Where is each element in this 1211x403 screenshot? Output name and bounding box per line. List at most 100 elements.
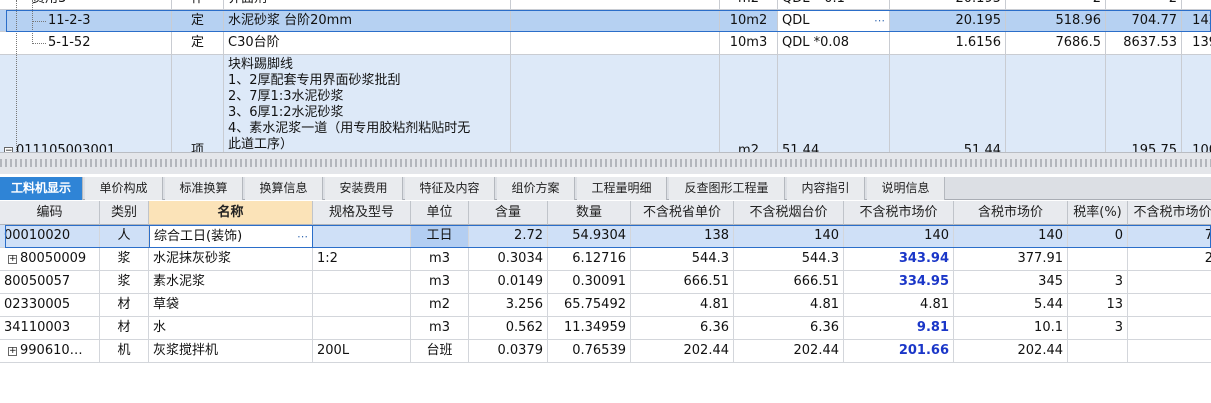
cell-tax-rate-text: 0	[1114, 228, 1123, 243]
top-row-qty: 20.195	[890, 0, 1006, 10]
cell-provincial-price-text: 6.36	[700, 320, 729, 335]
cell-tax-rate-text: 3	[1114, 320, 1123, 335]
expand-toggle-icon[interactable]: +	[8, 347, 17, 356]
cell-market-price[interactable]: 4.81	[844, 294, 954, 317]
top-row-formula: QDL *0.08	[778, 32, 890, 55]
top-row-price: 2	[1006, 0, 1106, 10]
cell-name[interactable]: 综合工日(装饰) ⋯	[149, 225, 313, 248]
top-row-spacer	[511, 55, 720, 152]
tab-conversion-info[interactable]: 换算信息	[245, 177, 323, 200]
cell-market-price[interactable]: 343.94	[844, 248, 954, 271]
cell-tax-market-price: 10.1	[954, 317, 1068, 340]
tab-description-info[interactable]: 说明信息	[867, 177, 945, 200]
more-options-icon[interactable]: ⋯	[297, 226, 308, 247]
col-header-code[interactable]: 编码	[0, 201, 100, 225]
cell-code-text: 990610…	[20, 343, 83, 358]
tab-labor-material-machine[interactable]: 工料机显示	[0, 177, 83, 200]
cell-tax-market-price-text: 345	[1038, 274, 1063, 289]
cell-content[interactable]: 0.3034	[469, 248, 548, 271]
cell-yantai-price-text: 6.36	[810, 320, 839, 335]
cell-name[interactable]: 灰浆搅拌机	[149, 340, 313, 363]
tab-installation-cost[interactable]: 安装费用	[325, 177, 403, 200]
cell-market-price[interactable]: 334.95	[844, 271, 954, 294]
tab-content-guide[interactable]: 内容指引	[787, 177, 865, 200]
top-row-extra: 142	[1182, 10, 1211, 32]
cell-code: +990610…	[0, 340, 100, 363]
cell-tax-market-price: 202.44	[954, 340, 1068, 363]
cell-unit-text: m3	[429, 320, 450, 335]
col-header-quantity[interactable]: 数量	[548, 201, 631, 225]
cell-unit-text: 台班	[426, 343, 453, 358]
cell-name[interactable]: 素水泥浆	[149, 271, 313, 294]
cell-content[interactable]: 0.0149	[469, 271, 548, 294]
cell-content[interactable]: 0.562	[469, 317, 548, 340]
cell-market-price[interactable]: 140	[844, 225, 954, 248]
cell-category-text: 材	[117, 320, 131, 335]
table-row[interactable]: 00010020 人 综合工日(装饰) ⋯ 工日 2.72 54.9304 138 140 140…	[0, 225, 1211, 248]
top-row[interactable]: 费用3 作 界面剂 m2 QDL * 0.1 20.195 2 2	[0, 0, 1211, 10]
cell-category: 浆	[100, 248, 149, 271]
tab-features-content[interactable]: 特征及内容	[405, 177, 495, 200]
more-options-icon[interactable]: ⋯	[874, 10, 885, 31]
col-header-provincial-price[interactable]: 不含税省单价	[631, 201, 734, 225]
formula-edit-field[interactable]: QDL ⋯	[778, 10, 890, 32]
col-header-content[interactable]: 含量	[469, 201, 548, 225]
col-header-tax-market-price[interactable]: 含税市场价	[954, 201, 1068, 225]
cell-content[interactable]: 3.256	[469, 294, 548, 317]
cell-content[interactable]: 2.72	[469, 225, 548, 248]
tab-graphic-quantity-lookup[interactable]: 反查图形工程量	[669, 177, 785, 200]
col-header-tax-rate[interactable]: 税率(%)	[1068, 201, 1128, 225]
col-header-name[interactable]: 名称	[149, 201, 313, 225]
cell-content[interactable]: 0.0379	[469, 340, 548, 363]
cell-market-price-2-text: 2	[1205, 251, 1211, 266]
col-header-category[interactable]: 类别	[100, 201, 149, 225]
tab-pricing-scheme[interactable]: 组价方案	[497, 177, 575, 200]
cell-quantity: 6.12716	[548, 248, 631, 271]
cell-yantai-price: 544.3	[734, 248, 844, 271]
cell-unit-text: m3	[429, 274, 450, 289]
top-row-item[interactable]: −011105003001 项 块料踢脚线 1、2厚配套专用界面砂浆批刮 2、7…	[0, 55, 1211, 152]
cell-tax-market-price: 345	[954, 271, 1068, 294]
table-row[interactable]: 34110003 材 水 m3 0.562 11.34959 6.36 6.36 9.81 10.…	[0, 317, 1211, 340]
cell-provincial-price: 4.81	[631, 294, 734, 317]
tab-unit-price-composition[interactable]: 单价构成	[85, 177, 163, 200]
table-row[interactable]: 80050057 浆 素水泥浆 m3 0.0149 0.30091 666.51 666.51…	[0, 271, 1211, 294]
table-row[interactable]: 02330005 材 草袋 m2 3.256 65.75492 4.81 4.81 4.81 5.…	[0, 294, 1211, 317]
cell-tax-rate	[1068, 248, 1128, 271]
tab-standard-conversion[interactable]: 标准换算	[165, 177, 243, 200]
cell-market-price-2: 7	[1128, 225, 1211, 248]
cell-category: 材	[100, 317, 149, 340]
col-header-spec[interactable]: 规格及型号	[313, 201, 411, 225]
top-row[interactable]: 5-1-52 定 C30台阶 10m3 QDL *0.08 1.6156 768…	[0, 32, 1211, 55]
pane-splitter[interactable]	[0, 152, 1211, 174]
col-header-market-price-2[interactable]: 不含税市场价	[1128, 201, 1211, 225]
cell-spec: 200L	[313, 340, 411, 363]
cell-name[interactable]: 水	[149, 317, 313, 340]
cell-name-text: 综合工日(装饰)	[154, 229, 243, 244]
cell-spec-text: 200L	[317, 343, 350, 358]
table-row[interactable]: +990610… 机 灰浆搅拌机 200L 台班 0.0379 0.76539 202.44 2…	[0, 340, 1211, 363]
cell-provincial-price-text: 202.44	[683, 343, 730, 358]
table-row[interactable]: +80050009 浆 水泥抹灰砂浆 1:2 m3 0.3034 6.12716 544.3 5…	[0, 248, 1211, 271]
col-header-yantai-price[interactable]: 不含税烟台价	[734, 201, 844, 225]
top-row-selected[interactable]: 11-2-3 定 水泥砂浆 台阶20mm 10m2 QDL ⋯ 20.195 5…	[0, 10, 1211, 32]
expand-toggle-icon[interactable]: +	[8, 255, 17, 264]
col-header-unit[interactable]: 单位	[411, 201, 469, 225]
cell-market-price[interactable]: 201.66	[844, 340, 954, 363]
cell-content-text: 0.3034	[497, 251, 544, 266]
cell-yantai-price: 4.81	[734, 294, 844, 317]
cell-name[interactable]: 草袋	[149, 294, 313, 317]
splitter-grip[interactable]	[0, 159, 1211, 167]
cell-tax-market-price-text: 5.44	[1034, 297, 1063, 312]
col-header-market-price[interactable]: 不含税市场价	[844, 201, 954, 225]
top-row-description: 块料踢脚线 1、2厚配套专用界面砂浆批刮 2、7厚1:3水泥砂浆 3、6厚1:2…	[224, 55, 511, 152]
cell-name[interactable]: 水泥抹灰砂浆	[149, 248, 313, 271]
cell-category: 人	[100, 225, 149, 248]
cell-yantai-price: 202.44	[734, 340, 844, 363]
cell-market-price-2-text: 7	[1205, 228, 1211, 243]
tab-quantity-detail[interactable]: 工程量明细	[577, 177, 667, 200]
top-row-type: 项	[172, 55, 224, 152]
cell-category: 材	[100, 294, 149, 317]
tree-connector	[32, 0, 33, 44]
cell-market-price[interactable]: 9.81	[844, 317, 954, 340]
